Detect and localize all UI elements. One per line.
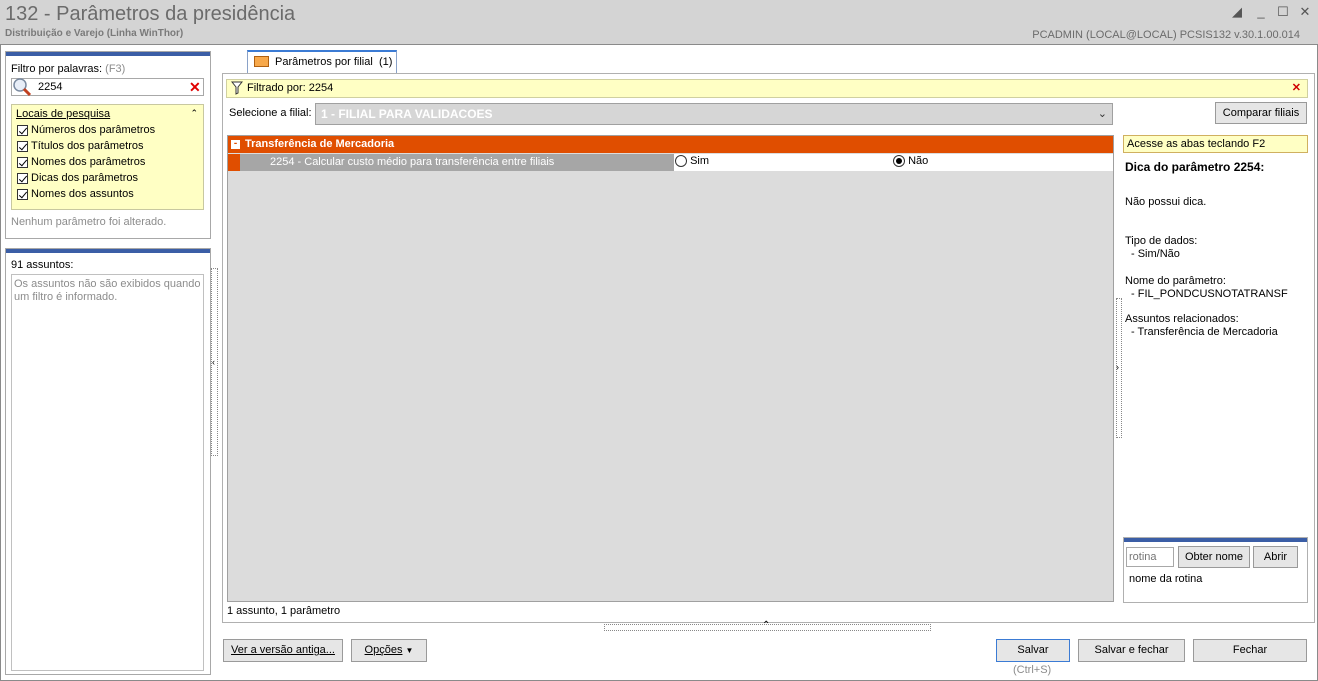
data-type-value: - Sim/Não bbox=[1131, 248, 1180, 260]
radio-selected-icon[interactable] bbox=[893, 155, 905, 168]
subjects-note: Os assuntos não são exibidos quando um f… bbox=[14, 278, 201, 303]
help-title: Dica do parâmetro 2254: bbox=[1125, 160, 1265, 174]
checkbox-checked-icon[interactable] bbox=[17, 188, 28, 200]
param-name-value: - FIL_PONDCUSNOTATRANSF bbox=[1131, 288, 1288, 300]
checkbox-checked-icon[interactable] bbox=[17, 124, 28, 136]
window-subtitle: Distribuição e Varejo (Linha WinThor) bbox=[5, 28, 184, 39]
location-checkbox-numbers[interactable]: Números dos parâmetros bbox=[17, 122, 203, 138]
close-button[interactable]: Fechar bbox=[1193, 639, 1307, 662]
save-close-button[interactable]: Salvar e fechar bbox=[1078, 639, 1185, 662]
search-icon bbox=[12, 77, 32, 97]
tab-label: Parâmetros por filial (1) bbox=[275, 56, 393, 68]
clear-filter-icon[interactable]: ✕ bbox=[189, 79, 201, 96]
save-shortcut: (Ctrl+S) bbox=[1013, 664, 1052, 676]
close-window-icon[interactable]: ✕ bbox=[1297, 4, 1313, 20]
related-subjects-value: - Transferência de Mercadoria bbox=[1131, 326, 1278, 338]
folder-icon bbox=[254, 56, 269, 67]
old-version-button[interactable]: Ver a versão antiga... bbox=[223, 639, 343, 662]
collapse-left-icon[interactable]: ‹ bbox=[212, 357, 215, 367]
branch-select[interactable]: 1 - FILIAL PARA VALIDACOES ⌄ bbox=[315, 103, 1113, 125]
subjects-count: 91 assuntos: bbox=[11, 259, 74, 271]
location-checkbox-subjects[interactable]: Nomes dos assuntos bbox=[17, 186, 203, 202]
clear-filter-bar-icon[interactable]: ✕ bbox=[1292, 81, 1301, 94]
expand-right-icon[interactable]: › bbox=[1116, 362, 1119, 372]
filter-bar: Filtrado por: 2254 ✕ bbox=[226, 79, 1308, 98]
group-title: Transferência de Mercadoria bbox=[245, 138, 395, 150]
minimize-icon[interactable]: _ bbox=[1253, 4, 1269, 20]
expand-bottom-icon[interactable]: ⌃ bbox=[762, 620, 770, 631]
checkbox-checked-icon[interactable] bbox=[17, 140, 28, 152]
chevron-down-icon[interactable]: ⌄ bbox=[1098, 107, 1107, 120]
user-info: PCADMIN (LOCAL@LOCAL) PCSIS132 v.30.1.00… bbox=[1032, 29, 1300, 41]
group-header[interactable]: - Transferência de Mercadoria bbox=[228, 136, 1113, 153]
save-button[interactable]: Salvar bbox=[996, 639, 1070, 662]
parameter-label: 2254 - Calcular custo médio para transfe… bbox=[228, 154, 674, 171]
subjects-list[interactable]: Os assuntos não são exibidos quando um f… bbox=[11, 274, 204, 671]
restore-down-icon[interactable]: ◢ bbox=[1229, 4, 1245, 20]
radio-nao[interactable]: Não bbox=[893, 155, 928, 168]
filter-bar-text: Filtrado por: 2254 bbox=[247, 82, 334, 94]
hint-bar: Acesse as abas teclando F2 bbox=[1123, 135, 1308, 153]
grid-summary: 1 assunto, 1 parâmetro bbox=[227, 605, 341, 617]
parameters-grid bbox=[227, 135, 1114, 602]
related-subjects-label: Assuntos relacionados: bbox=[1125, 313, 1239, 325]
checkbox-checked-icon[interactable] bbox=[17, 172, 28, 184]
tab-parametros-por-filial[interactable]: Parâmetros por filial (1) bbox=[247, 50, 397, 74]
get-name-button[interactable]: Obter nome bbox=[1178, 546, 1250, 568]
status-text: Nenhum parâmetro foi alterado. bbox=[11, 216, 167, 228]
branch-label: Selecione a filial: bbox=[229, 107, 312, 119]
compare-branches-button[interactable]: Comparar filiais bbox=[1215, 102, 1307, 124]
radio-sim[interactable]: Sim bbox=[675, 155, 709, 168]
routine-name-label: nome da rotina bbox=[1129, 573, 1203, 585]
branch-value: 1 - FILIAL PARA VALIDACOES bbox=[321, 107, 493, 121]
maximize-icon[interactable]: ☐ bbox=[1275, 4, 1291, 20]
filter-label: Filtro por palavras: (F3) bbox=[11, 63, 126, 75]
options-button[interactable]: Opções ▼ bbox=[351, 639, 427, 662]
search-locations-panel: Locais de pesquisa ⌃ Números dos parâmet… bbox=[11, 104, 204, 210]
location-checkbox-tips[interactable]: Dicas dos parâmetros bbox=[17, 170, 203, 186]
radio-unselected-icon[interactable] bbox=[675, 155, 687, 168]
open-button[interactable]: Abrir bbox=[1253, 546, 1298, 568]
window-title: 132 - Parâmetros da presidência bbox=[5, 3, 296, 25]
collapse-icon[interactable]: ⌃ bbox=[190, 108, 198, 120]
help-tip: Não possui dica. bbox=[1125, 196, 1207, 208]
filter-value[interactable]: 2254 bbox=[38, 81, 62, 93]
param-name-label: Nome do parâmetro: bbox=[1125, 275, 1226, 287]
search-locations-title: Locais de pesquisa bbox=[16, 108, 111, 120]
location-checkbox-names[interactable]: Nomes dos parâmetros bbox=[17, 154, 203, 170]
routine-input[interactable] bbox=[1126, 547, 1174, 567]
collapse-group-icon[interactable]: - bbox=[231, 139, 240, 149]
funnel-icon bbox=[230, 81, 244, 98]
data-type-label: Tipo de dados: bbox=[1125, 235, 1198, 247]
checkbox-checked-icon[interactable] bbox=[17, 156, 28, 168]
caret-down-icon: ▼ bbox=[405, 646, 414, 655]
location-checkbox-titles[interactable]: Títulos dos parâmetros bbox=[17, 138, 203, 154]
